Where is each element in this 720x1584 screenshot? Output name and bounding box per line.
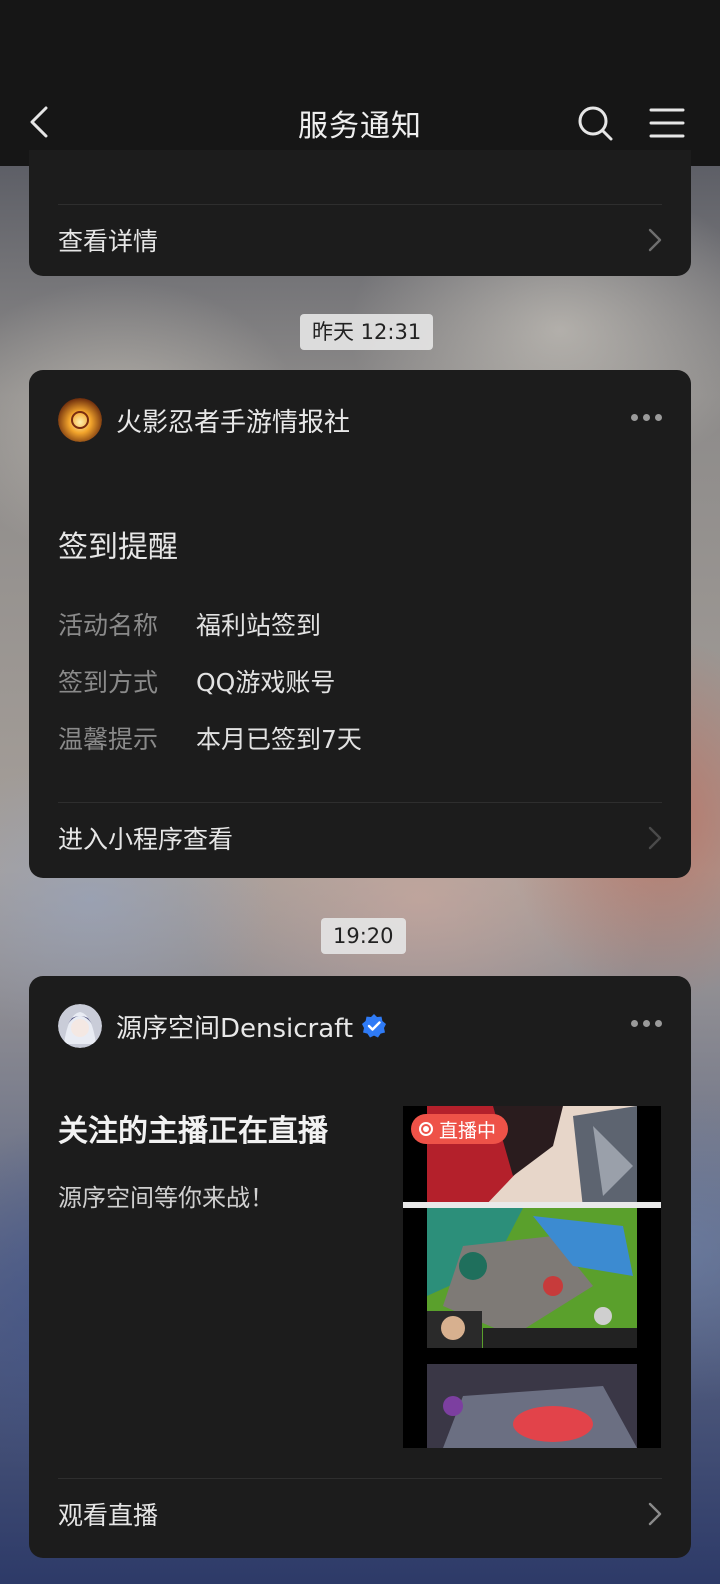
field-value: QQ游戏账号 <box>196 668 336 697</box>
divider <box>58 204 662 205</box>
sender-name: 火影忍者手游情报社 <box>116 407 351 438</box>
sender-avatar-icon <box>58 1004 102 1048</box>
chevron-right-icon <box>648 1502 662 1526</box>
status-bar <box>0 0 720 80</box>
live-indicator-icon <box>419 1122 433 1136</box>
message-title: 关注的主播正在直播 <box>58 1114 328 1149</box>
menu-icon[interactable] <box>648 104 686 142</box>
field-row: 活动名称 福利站签到 <box>58 606 321 642</box>
more-options-icon[interactable] <box>631 414 662 421</box>
open-miniprogram-label: 进入小程序查看 <box>58 825 234 854</box>
field-row: 签到方式 QQ游戏账号 <box>58 663 335 699</box>
live-stream-thumbnail[interactable]: 直播中 <box>403 1106 661 1448</box>
chevron-right-icon <box>648 826 662 850</box>
watch-live-row[interactable]: 观看直播 <box>58 1484 662 1544</box>
live-badge-label: 直播中 <box>439 1119 497 1142</box>
search-icon[interactable] <box>576 104 614 142</box>
field-value: 福利站签到 <box>196 611 322 640</box>
field-value: 本月已签到7天 <box>196 725 362 754</box>
stream-preview-image <box>403 1106 661 1448</box>
page: 服务通知 查看详情 昨天 12:31 火影忍者手游情报社 签到提醒 活动名称 福… <box>0 0 720 1584</box>
avatar <box>58 398 102 442</box>
view-details-label: 查看详情 <box>58 227 159 256</box>
page-title: 服务通知 <box>298 109 422 144</box>
open-miniprogram-row[interactable]: 进入小程序查看 <box>58 808 662 868</box>
field-key: 温馨提示 <box>58 725 159 754</box>
live-stream-card[interactable]: 源序空间Densicraft 关注的主播正在直播 源序空间等你来战！ 直播中 观… <box>29 976 691 1558</box>
sender-name: 源序空间Densicraft <box>116 1013 354 1044</box>
checkin-reminder-card[interactable]: 火影忍者手游情报社 签到提醒 活动名称 福利站签到 签到方式 QQ游戏账号 温馨… <box>29 370 691 878</box>
verified-badge-icon <box>362 1014 387 1038</box>
sender-avatar-icon <box>58 398 102 442</box>
chevron-right-icon <box>648 228 662 252</box>
view-details-row[interactable]: 查看详情 <box>58 210 662 270</box>
avatar <box>58 1004 102 1048</box>
back-icon[interactable] <box>22 102 62 142</box>
divider <box>58 1478 662 1479</box>
timestamp-pill: 19:20 <box>321 918 406 954</box>
field-key: 活动名称 <box>58 611 159 640</box>
watch-live-label: 观看直播 <box>58 1501 159 1530</box>
live-badge: 直播中 <box>411 1114 509 1144</box>
timestamp-pill: 昨天 12:31 <box>300 314 434 350</box>
field-row: 温馨提示 本月已签到7天 <box>58 720 362 756</box>
sender-row[interactable]: 源序空间Densicraft <box>58 1004 387 1048</box>
previous-message-card: 查看详情 <box>29 150 691 276</box>
more-options-icon[interactable] <box>631 1020 662 1027</box>
sender-row[interactable]: 火影忍者手游情报社 <box>58 398 350 442</box>
field-key: 签到方式 <box>58 668 159 697</box>
message-subtitle: 源序空间等你来战！ <box>58 1184 274 1212</box>
message-title: 签到提醒 <box>58 530 178 565</box>
divider <box>58 802 662 803</box>
